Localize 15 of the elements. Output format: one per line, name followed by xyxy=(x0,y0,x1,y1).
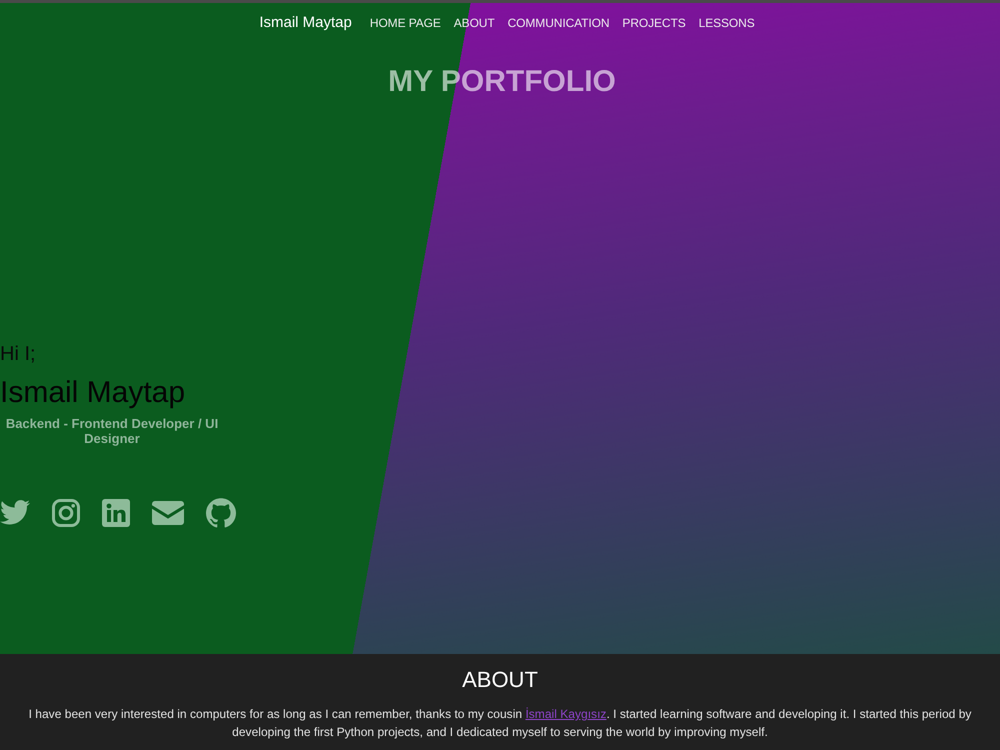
envelope-icon[interactable] xyxy=(152,500,184,524)
name-heading: Ismail Maytap xyxy=(0,374,186,410)
nav-link[interactable]: HOME PAGE xyxy=(370,14,441,32)
greeting-text: Hi I; xyxy=(0,342,37,366)
camera-icon[interactable] xyxy=(52,498,80,526)
brand-link[interactable]: Ismail Maytap xyxy=(259,12,352,34)
nav-link[interactable]: LESSONS xyxy=(698,14,755,32)
in-logo-icon[interactable] xyxy=(102,498,130,526)
nav-link[interactable]: COMMUNICATION xyxy=(508,14,610,32)
role-text: Backend - Frontend Developer / UI Designer xyxy=(4,416,220,446)
about-heading: ABOUT xyxy=(461,667,539,693)
cat-logo-icon[interactable] xyxy=(206,498,236,528)
bird-icon[interactable] xyxy=(0,500,30,525)
nav-link[interactable]: PROJECTS xyxy=(622,14,686,32)
about-paragraph: I have been very interested in computers for as long as I can remember, thanks to my cousin İsmail Kaygısız. I started learning software and developing it. I started this period by developing the first Python projects, and I dedicated myself to serving the world by improving myself. xyxy=(28,706,972,741)
